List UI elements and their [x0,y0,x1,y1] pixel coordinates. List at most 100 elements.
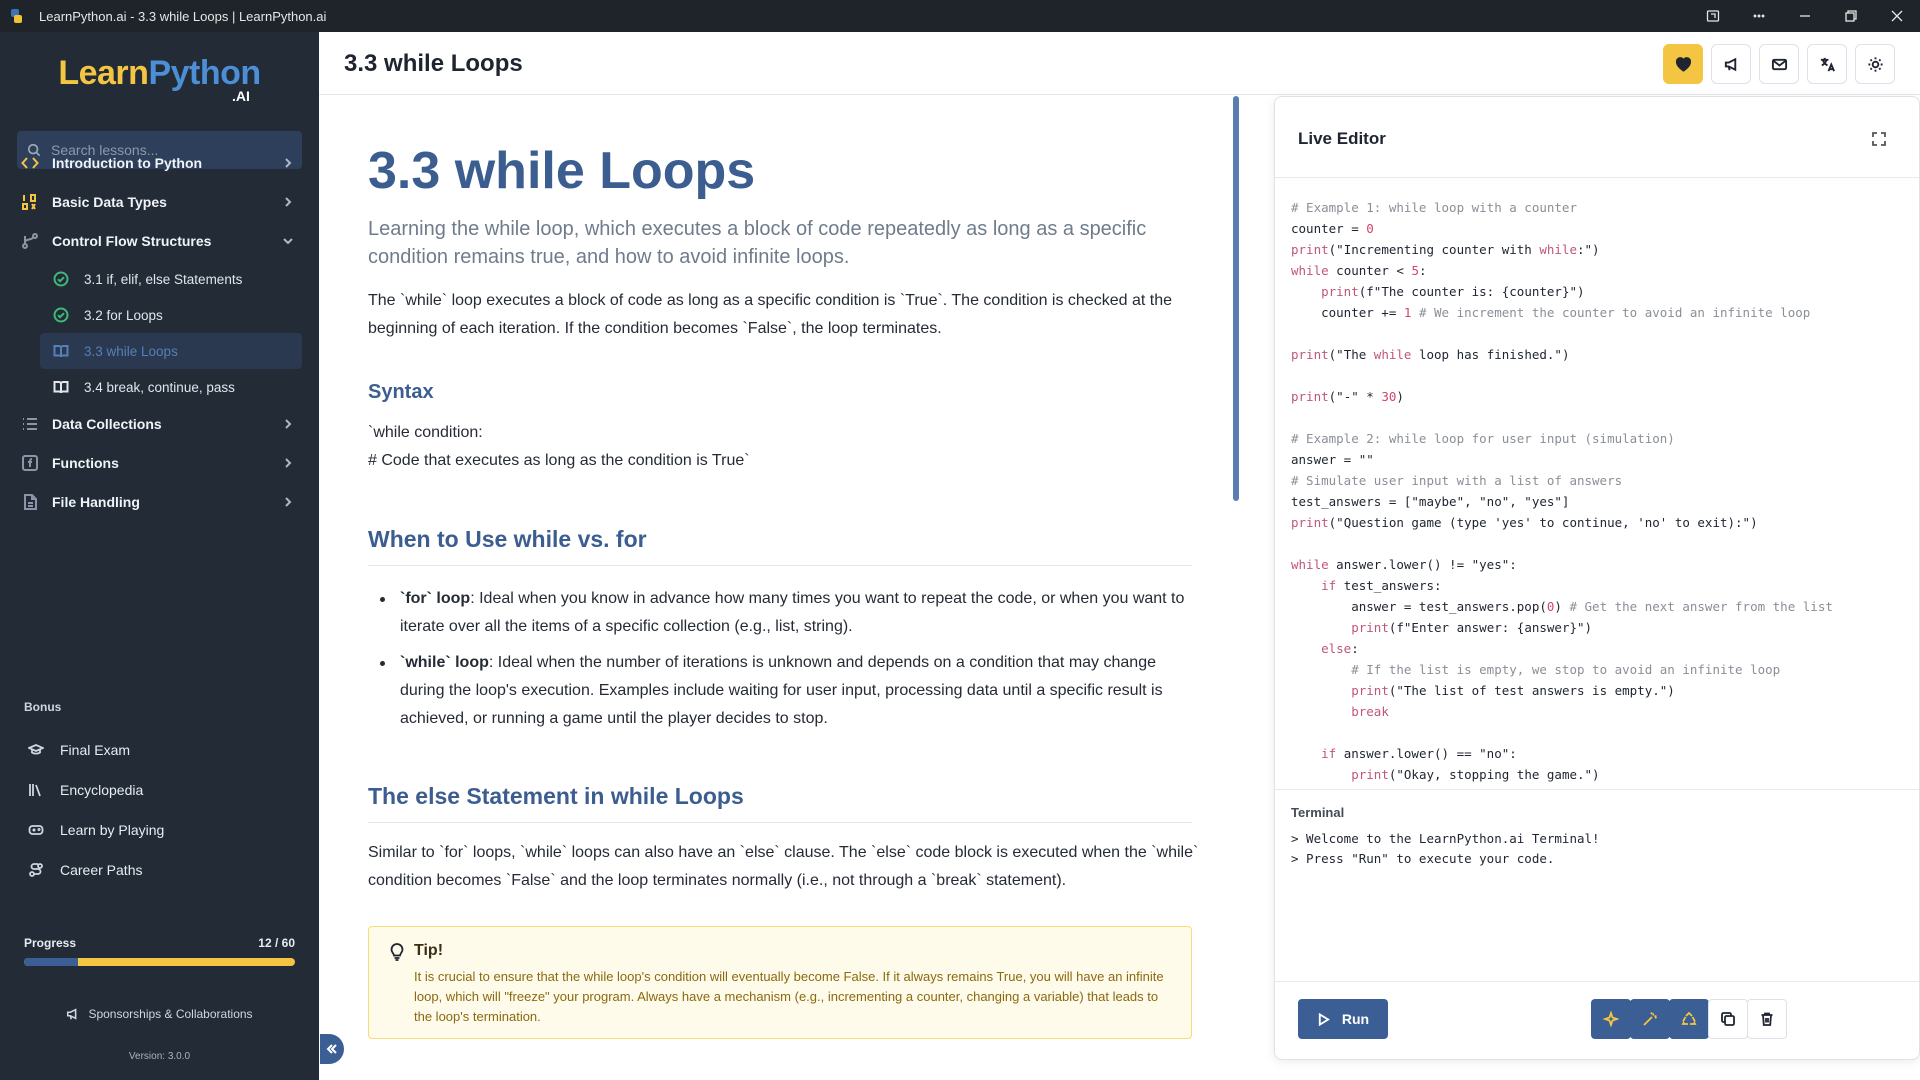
ai-explain-button[interactable] [1591,999,1631,1039]
copy-code-button[interactable] [1708,999,1748,1039]
code-line[interactable]: else: [1291,638,1911,659]
code-line[interactable] [1291,407,1911,428]
code-line[interactable] [1291,722,1911,743]
nav-section-file-handling[interactable]: File Handling [0,482,319,522]
lesson-label: 3.4 break, continue, pass [84,379,235,395]
code-line[interactable]: print(f"Enter answer: {answer}") [1291,617,1911,638]
terminal-output: > Welcome to the LearnPython.ai Terminal… [1291,829,1600,869]
megaphone-icon [1724,57,1736,71]
ai-fix-button[interactable] [1630,999,1670,1039]
check-circle-icon [52,270,70,288]
live-editor-panel: Live Editor # Example 1: while loop with… [1274,96,1920,1060]
ai-refactor-button[interactable] [1669,999,1709,1039]
lesson-item-3-2[interactable]: 3.2 for Loops [40,297,302,333]
lesson-label: 3.2 for Loops [84,307,163,323]
theme-toggle-button[interactable] [1855,44,1895,84]
code-icon [20,153,40,173]
nav-section-label: Data Collections [52,416,162,432]
contact-button[interactable] [1759,44,1799,84]
code-line[interactable]: print("Okay, stopping the game.") [1291,764,1911,785]
book-open-icon [52,342,70,360]
logo-python: Python [148,54,261,92]
terminal-line: > Welcome to the LearnPython.ai Terminal… [1291,831,1600,846]
copy-icon [1721,1012,1735,1026]
nav-section-basic-data-types[interactable]: Basic Data Types [0,182,319,222]
chevron-right-icon [281,417,295,431]
code-line[interactable]: print(f"The counter is: {counter}") [1291,281,1911,302]
code-line[interactable]: while answer.lower() != "yes": [1291,554,1911,575]
nav-section-introduction[interactable]: Introduction to Python [0,143,319,183]
code-line[interactable]: # Example 1: while loop with a counter [1291,197,1911,218]
minimize-icon[interactable] [1782,0,1828,32]
sponsorships-link[interactable]: Sponsorships & Collaborations [0,1007,319,1021]
more-icon[interactable] [1736,0,1782,32]
code-line[interactable]: counter += 1 # We increment the counter … [1291,302,1911,323]
expand-icon[interactable] [1871,131,1887,147]
code-line[interactable]: # Simulate user input with a list of ans… [1291,470,1911,491]
app-view-icon[interactable] [1690,0,1736,32]
code-line[interactable]: # Example 2: while loop for user input (… [1291,428,1911,449]
divider [1275,789,1919,790]
announcements-button[interactable] [1711,44,1751,84]
nav-section-functions[interactable]: Functions [0,443,319,483]
code-line[interactable] [1291,365,1911,386]
code-line[interactable]: print("Question game (type 'yes' to cont… [1291,512,1911,533]
when-to-use-heading: When to Use while vs. for [368,526,1192,566]
favorite-button[interactable] [1663,44,1703,84]
lesson-item-3-1[interactable]: 3.1 if, elif, else Statements [40,261,302,297]
code-line[interactable]: # If the list is empty, we stop to avoid… [1291,659,1911,680]
run-button[interactable]: Run [1298,999,1388,1039]
code-line[interactable]: test_answers = ["maybe", "no", "yes"] [1291,491,1911,512]
code-line[interactable]: print("The list of test answers is empty… [1291,680,1911,701]
lesson-item-3-4[interactable]: 3.4 break, continue, pass [40,369,302,405]
code-line[interactable]: if answer.lower() == "no": [1291,743,1911,764]
code-line[interactable]: if test_answers: [1291,575,1911,596]
code-line[interactable] [1291,323,1911,344]
nav-section-data-collections[interactable]: Data Collections [0,404,319,444]
code-line[interactable]: counter = 0 [1291,218,1911,239]
lesson-item-3-3[interactable]: 3.3 while Loops [40,333,302,369]
content-scrollbar[interactable] [1233,96,1239,501]
bonus-item-final-exam[interactable]: Final Exam [0,732,319,768]
gamepad-icon [27,821,45,839]
nav-section-label: Basic Data Types [52,194,167,210]
divider [1275,177,1919,178]
code-editor[interactable]: # Example 1: while loop with a counter co… [1291,197,1911,785]
nav-section-label: Functions [52,455,119,471]
code-line[interactable]: while counter < 5: [1291,260,1911,281]
bonus-heading: Bonus [24,700,62,714]
terminal-line: > Press "Run" to execute your code. [1291,851,1555,866]
window-titlebar: LearnPython.ai - 3.3 while Loops | Learn… [0,0,1920,32]
bullet-term: `while` loop [400,654,489,671]
sparkles-icon [1603,1011,1619,1027]
close-icon[interactable] [1874,0,1920,32]
code-line[interactable]: print("Incrementing counter with while:"… [1291,239,1911,260]
code-line[interactable]: answer = test_answers.pop(0) # Get the n… [1291,596,1911,617]
restore-icon[interactable] [1828,0,1874,32]
lesson-label: 3.1 if, elif, else Statements [84,271,243,287]
progress-count: 12 / 60 [258,936,295,950]
bonus-item-learn-by-playing[interactable]: Learn by Playing [0,812,319,848]
function-icon [20,453,40,473]
nav-section-label: Control Flow Structures [52,233,212,249]
code-line[interactable]: print("The while loop has finished.") [1291,344,1911,365]
bonus-item-encyclopedia[interactable]: Encyclopedia [0,772,319,808]
comparison-list: `for` loop: Ideal when you know in advan… [368,585,1192,741]
library-icon [27,781,45,799]
heart-icon [1675,56,1691,72]
else-statement-heading: The else Statement in while Loops [368,783,1192,823]
lesson-lead: Learning the while loop, which executes … [368,218,1147,268]
code-line[interactable]: print("-" * 30) [1291,386,1911,407]
progress-section: Progress 12 / 60 [24,936,295,966]
logo[interactable]: LearnPython .AI [0,54,319,104]
lightbulb-icon [388,943,406,961]
bonus-label: Encyclopedia [60,782,144,798]
magic-wand-icon [1643,1012,1657,1026]
language-button[interactable] [1807,44,1847,84]
code-line[interactable] [1291,533,1911,554]
nav-section-control-flow[interactable]: Control Flow Structures [0,221,319,261]
code-line[interactable]: answer = "" [1291,449,1911,470]
code-line[interactable]: break [1291,701,1911,722]
bonus-item-career-paths[interactable]: Career Paths [0,852,319,888]
clear-code-button[interactable] [1747,999,1787,1039]
